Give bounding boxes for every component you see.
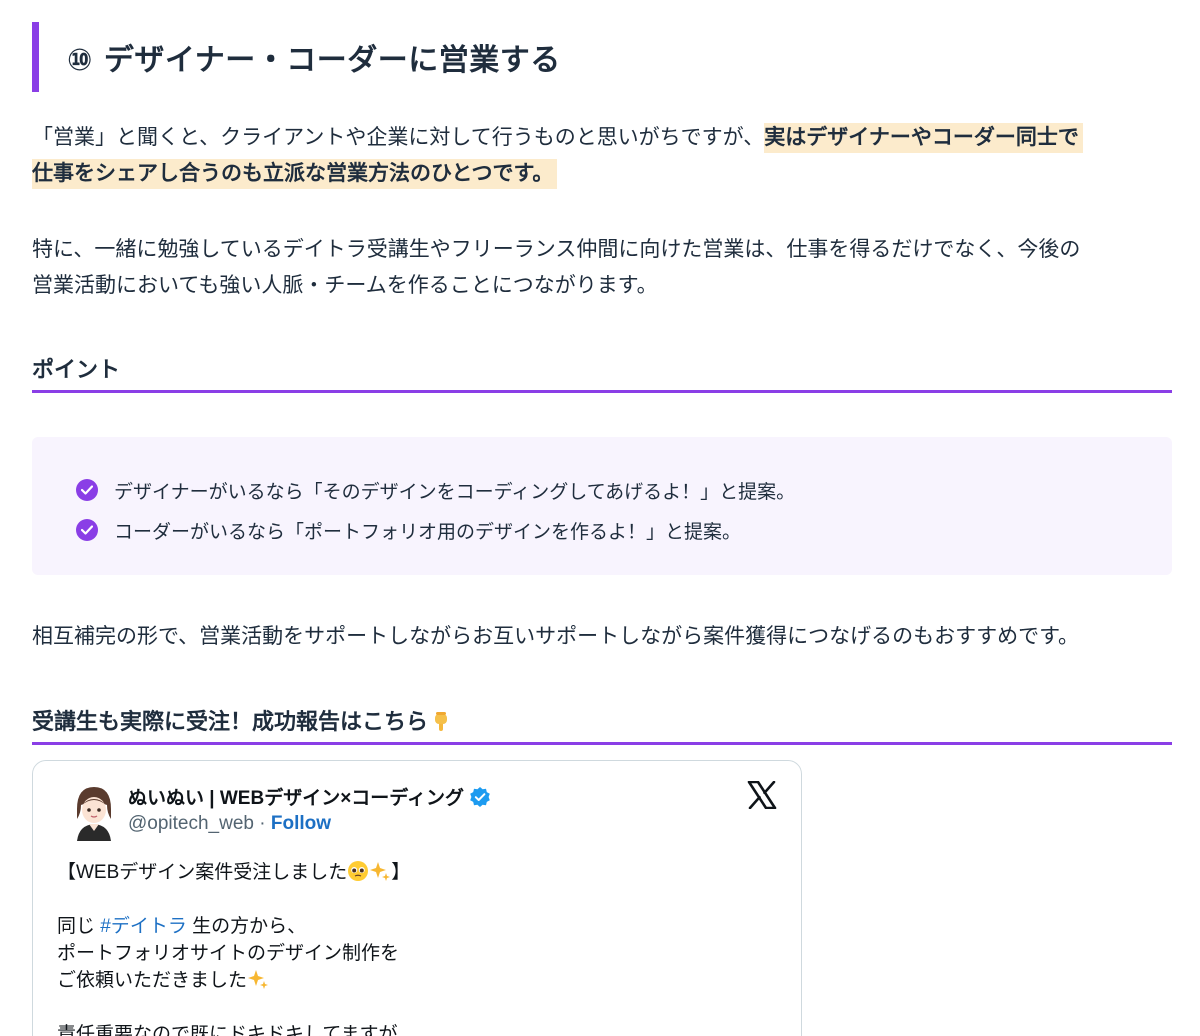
- check-icon: [76, 479, 98, 501]
- tweet-line-text: 同じ: [57, 916, 101, 937]
- network-line-1: 特に、一緒に勉強しているデイトラ受講生やフリーランス仲間に向けた営業は、仕事を得…: [32, 237, 1081, 261]
- point-item: デザイナーがいるなら「そのデザインをコーディングしてあげるよ！」と提案。: [76, 470, 795, 510]
- pleading-face-icon: [348, 861, 369, 881]
- check-icon: [76, 519, 98, 541]
- tweet-line-text: 生の方から、: [186, 916, 307, 937]
- tweet-line: ポートフォリオサイトのデザイン制作を: [57, 943, 400, 964]
- summary-paragraph: 相互補完の形で、営業活動をサポートしながらお互いサポートしながら案件獲得につなげ…: [32, 624, 1080, 648]
- report-heading: 受講生も実際に受注！成功報告はこちら: [32, 704, 1172, 745]
- intro-highlight-1: 実はデザイナーやコーダー同士で: [764, 123, 1083, 153]
- embedded-tweet[interactable]: ぬいぬい | WEBデザイン×コーディング @opitech_web · Fol…: [32, 760, 802, 1036]
- tweet-line-text: ご依頼いただきました: [57, 970, 248, 991]
- point-heading: ポイント: [32, 352, 1172, 393]
- tweet-handle[interactable]: @opitech_web: [128, 813, 254, 834]
- pointing-down-icon: [435, 712, 448, 731]
- follow-link[interactable]: Follow: [271, 813, 331, 834]
- network-paragraph: 特に、一緒に勉強しているデイトラ受講生やフリーランス仲間に向けた営業は、仕事を得…: [32, 231, 1172, 303]
- tweet-line: ご依頼いただきました: [57, 967, 410, 994]
- point-list: デザイナーがいるなら「そのデザインをコーディングしてあげるよ！」と提案。 コーダ…: [76, 470, 795, 550]
- x-logo-icon[interactable]: [747, 781, 777, 809]
- tweet-line: 同じ #デイトラ 生の方から、: [57, 913, 410, 940]
- point-box: デザイナーがいるなら「そのデザインをコーディングしてあげるよ！」と提案。 コーダ…: [32, 437, 1172, 575]
- tweet-line-gap: [57, 886, 410, 913]
- tweet-line-text: 【WEBデザイン案件受注しました: [57, 862, 348, 883]
- report-heading-text: 受講生も実際に受注！成功報告はこちら: [32, 710, 429, 735]
- tweet-line: 責任重要なので既にドキドキしてますが: [57, 1024, 398, 1036]
- tweet-line-text: 】: [391, 862, 411, 883]
- intro-highlight-2: 仕事をシェアし合うのも立派な営業方法のひとつです。: [32, 159, 558, 189]
- sparkles-icon: [248, 970, 269, 989]
- sparkles-icon: [370, 862, 391, 881]
- point-text: デザイナーがいるなら「そのデザインをコーディングしてあげるよ！」と提案。: [114, 480, 796, 503]
- tweet-handle-row: @opitech_web · Follow: [128, 813, 331, 835]
- point-text: コーダーがいるなら「ポートフォリオ用のデザインを作るよ！」と提案。: [114, 520, 742, 543]
- section-heading: ⑩ デザイナー・コーダーに営業する: [32, 22, 561, 92]
- avatar[interactable]: [63, 779, 125, 841]
- handle-separator: ·: [259, 813, 266, 834]
- intro-text: 「営業」と聞くと、クライアントや企業に対して行うものと思いがちですが、: [32, 125, 765, 149]
- tweet-line-gap: [57, 994, 410, 1021]
- network-line-2: 営業活動においても強い人脈・チームを作ることにつながります。: [32, 273, 658, 297]
- tweet-body: 【WEBデザイン案件受注しました 】 同じ #デイトラ 生の方から、 ポートフォ…: [57, 859, 410, 1036]
- point-item: コーダーがいるなら「ポートフォリオ用のデザインを作るよ！」と提案。: [76, 510, 795, 550]
- verified-badge-icon: [470, 786, 490, 807]
- tweet-author-name[interactable]: ぬいぬい | WEBデザイン×コーディング: [128, 783, 491, 810]
- author-name-text[interactable]: ぬいぬい | WEBデザイン×コーディング: [128, 783, 464, 810]
- tweet-line: 【WEBデザイン案件受注しました 】: [57, 859, 410, 886]
- hashtag-link[interactable]: #デイトラ: [100, 916, 187, 937]
- intro-paragraph: 「営業」と聞くと、クライアントや企業に対して行うものと思いがちですが、実はデザイ…: [32, 119, 1172, 191]
